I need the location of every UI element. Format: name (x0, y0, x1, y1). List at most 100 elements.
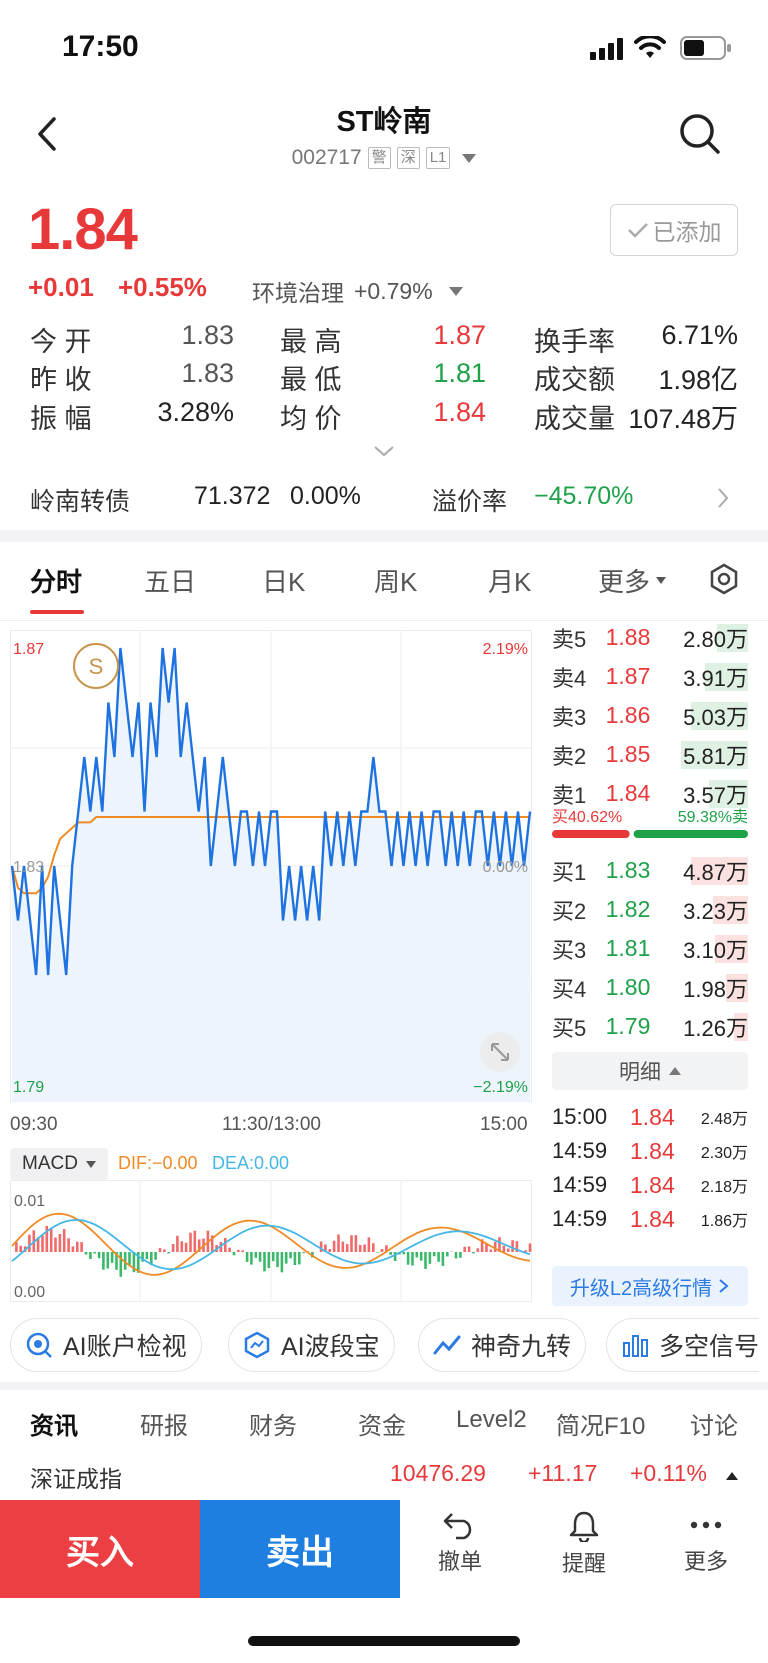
tab-more[interactable]: 更多 (598, 562, 667, 599)
macd-bar (402, 1252, 406, 1255)
dea-value: DEA:0.00 (212, 1153, 290, 1173)
index-name: 深证成指 (30, 1466, 122, 1492)
dif-value: DIF:−0.00 (118, 1153, 198, 1173)
sell-level-volume: 5.81万 (683, 743, 748, 769)
stock-subtitle[interactable]: 002717 警 深 L1 (234, 146, 534, 170)
intraday-chart[interactable]: S 1.87 1.83 1.79 2.19% 0.00% −2.19% (10, 630, 532, 1102)
back-button[interactable] (34, 116, 62, 152)
magic-nine-button[interactable]: 神奇九转 (418, 1318, 587, 1372)
sell-level-volume: 3.57万 (683, 782, 748, 808)
added-watchlist-button[interactable]: 已添加 (610, 204, 738, 256)
sell-level-label: 卖4 (552, 665, 587, 691)
macd-bar (528, 1243, 532, 1252)
fullscreen-button[interactable] (480, 1032, 520, 1072)
premium-label: 溢价率 (432, 488, 508, 516)
buy-level-4[interactable]: 买4 1.80 1.98万 (552, 968, 748, 1007)
macd-bar (250, 1252, 253, 1265)
caret-down-icon (85, 1160, 96, 1168)
sell-button[interactable]: 卖出 (200, 1500, 400, 1598)
buy-sell-ratio: 买40.62% 59.38%卖 (552, 808, 748, 838)
stock-code: 002717 (291, 146, 362, 169)
ai-band-button[interactable]: AI波段宝 (228, 1318, 395, 1372)
indicator-select[interactable]: MACD (10, 1148, 108, 1180)
tab-research[interactable]: 研报 (140, 1406, 188, 1441)
sell-level-3[interactable]: 卖3 1.86 5.03万 (552, 696, 748, 735)
macd-bar (276, 1252, 279, 1268)
macd-bar (54, 1237, 57, 1252)
macd-bar (419, 1252, 423, 1261)
sell-level-1[interactable]: 卖5 1.88 2.80万 (552, 618, 748, 657)
x-tick-end: 15:00 (480, 1114, 528, 1135)
status-bar: 17:50 (0, 0, 768, 96)
stat-value: 1.83 (181, 358, 234, 388)
sell-level-4[interactable]: 卖2 1.85 5.81万 (552, 735, 748, 774)
marker-label: S (89, 654, 104, 679)
macd-bar (441, 1252, 445, 1266)
tab-five-day[interactable]: 五日 (144, 562, 196, 599)
tab-news[interactable]: 资讯 (30, 1406, 78, 1441)
tab-daily-k[interactable]: 日K (262, 562, 305, 599)
expand-chevron-icon[interactable] (372, 444, 396, 458)
y-mid-label: 1.83 (13, 859, 44, 876)
detail-toggle-button[interactable]: 明细 (552, 1052, 748, 1090)
more-actions-button[interactable]: 更多 (656, 1510, 756, 1576)
tab-monthly-k[interactable]: 月K (488, 562, 531, 599)
macd-bar (176, 1235, 179, 1252)
stat-value: 1.87 (433, 320, 486, 350)
trend-icon (433, 1335, 461, 1355)
status-time: 17:50 (62, 30, 139, 63)
index-change: +11.17 (528, 1460, 598, 1486)
ai-band-label: AI波段宝 (281, 1333, 380, 1361)
stat-label: 成交量 (534, 404, 615, 434)
price-alert-button[interactable]: 提醒 (534, 1510, 634, 1578)
tab-finance[interactable]: 财务 (249, 1406, 297, 1441)
macd-bar (467, 1246, 471, 1252)
upgrade-l2-button[interactable]: 升级L2高级行情 (552, 1266, 748, 1306)
stat-value: 1.81 (433, 358, 486, 388)
tab-weekly-k[interactable]: 周K (374, 562, 417, 599)
ai-band-icon (244, 1331, 270, 1359)
tab-funds[interactable]: 资金 (358, 1406, 406, 1441)
bell-icon (569, 1511, 599, 1542)
convertible-bond-row[interactable]: 岭南转债 71.372 0.00% 溢价率 −45.70% (0, 470, 768, 528)
macd-bar (258, 1252, 262, 1262)
macd-bar (289, 1252, 292, 1259)
sector-link[interactable]: 环境治理 +0.79% (252, 274, 463, 308)
check-icon (627, 223, 648, 238)
y-right-max-label: 2.19% (483, 641, 528, 658)
macd-bar (506, 1248, 510, 1252)
tab-f10[interactable]: 简况F10 (556, 1406, 645, 1441)
premium-value: −45.70% (534, 482, 634, 510)
stat-label: 换手率 (534, 327, 615, 357)
buy-level-price: 1.79 (605, 1013, 651, 1039)
tab-level2[interactable]: Level2 (456, 1406, 527, 1434)
macd-bar (102, 1252, 105, 1270)
macd-bar (411, 1252, 414, 1266)
chart-settings-icon[interactable] (708, 563, 740, 595)
buy-level-1[interactable]: 买1 1.83 4.87万 (552, 851, 748, 890)
sell-level-2[interactable]: 卖4 1.87 3.91万 (552, 657, 748, 696)
tab-discussion[interactable]: 讨论 (690, 1406, 738, 1441)
tab-intraday[interactable]: 分时 (30, 562, 82, 599)
index-ticker[interactable]: 深证成指 10476.29 +11.17 +0.11% (0, 1452, 768, 1498)
macd-bar (267, 1252, 271, 1269)
search-button[interactable] (678, 112, 722, 156)
macd-bar (298, 1252, 301, 1265)
long-short-signal-button[interactable]: 多空信号 (606, 1318, 760, 1372)
ai-account-review-button[interactable]: AI账户检视 (10, 1318, 202, 1372)
macd-bar (428, 1252, 432, 1264)
macd-bar (358, 1245, 362, 1252)
macd-bar (119, 1252, 123, 1277)
macd-bar (97, 1252, 101, 1259)
sell-level-price: 1.85 (605, 741, 651, 767)
buy-level-2[interactable]: 买2 1.82 3.23万 (552, 890, 748, 929)
divider (0, 1382, 768, 1390)
buy-button[interactable]: 买入 (0, 1500, 200, 1598)
buy-level-5[interactable]: 买5 1.79 1.26万 (552, 1007, 748, 1046)
y-right-min-label: −2.19% (473, 1079, 528, 1096)
x-tick-start: 09:30 (10, 1114, 58, 1135)
buy-level-3[interactable]: 买3 1.81 3.10万 (552, 929, 748, 968)
bond-price: 71.372 (194, 482, 271, 510)
buy-level-price: 1.82 (605, 896, 651, 922)
cancel-order-button[interactable]: 撤单 (410, 1510, 510, 1576)
